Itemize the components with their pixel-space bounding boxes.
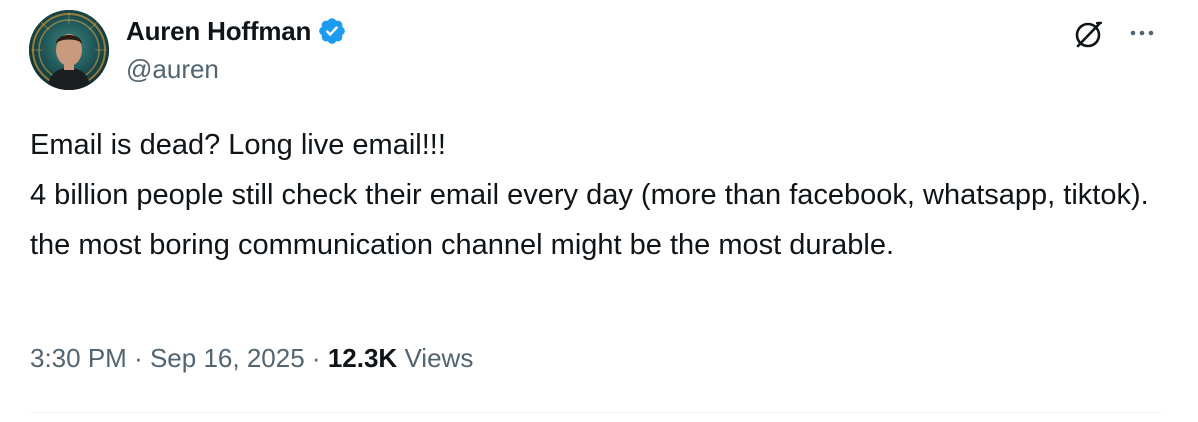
meta-separator: · [134,343,143,373]
author-handle[interactable]: @auren [126,54,219,85]
tweet: Auren Hoffman @auren Email is dead? Long… [0,0,1198,422]
meta-separator: · [311,343,321,373]
author-display-name[interactable]: Auren Hoffman [126,16,311,47]
tweet-text: Email is dead? Long live email!!! 4 bill… [30,129,1149,261]
more-options-icon [1130,30,1154,36]
tweet-timestamp-time[interactable]: 3:30 PM [30,343,127,374]
verified-badge-icon[interactable] [317,16,347,46]
views-count[interactable]: 12.3K [328,343,397,374]
tweet-metadata: 3:30 PM · Sep 16, 2025 · 12.3K Views [30,343,473,374]
grok-button[interactable] [1070,16,1106,52]
divider [30,412,1162,413]
grok-icon [1075,21,1103,48]
tweet-timestamp-date[interactable]: Sep 16, 2025 [150,343,305,374]
author-name-row: Auren Hoffman [126,14,347,48]
avatar[interactable] [29,10,109,90]
views-label: Views [404,343,474,373]
more-options-button[interactable] [1124,16,1160,52]
avatar-image [29,10,109,90]
